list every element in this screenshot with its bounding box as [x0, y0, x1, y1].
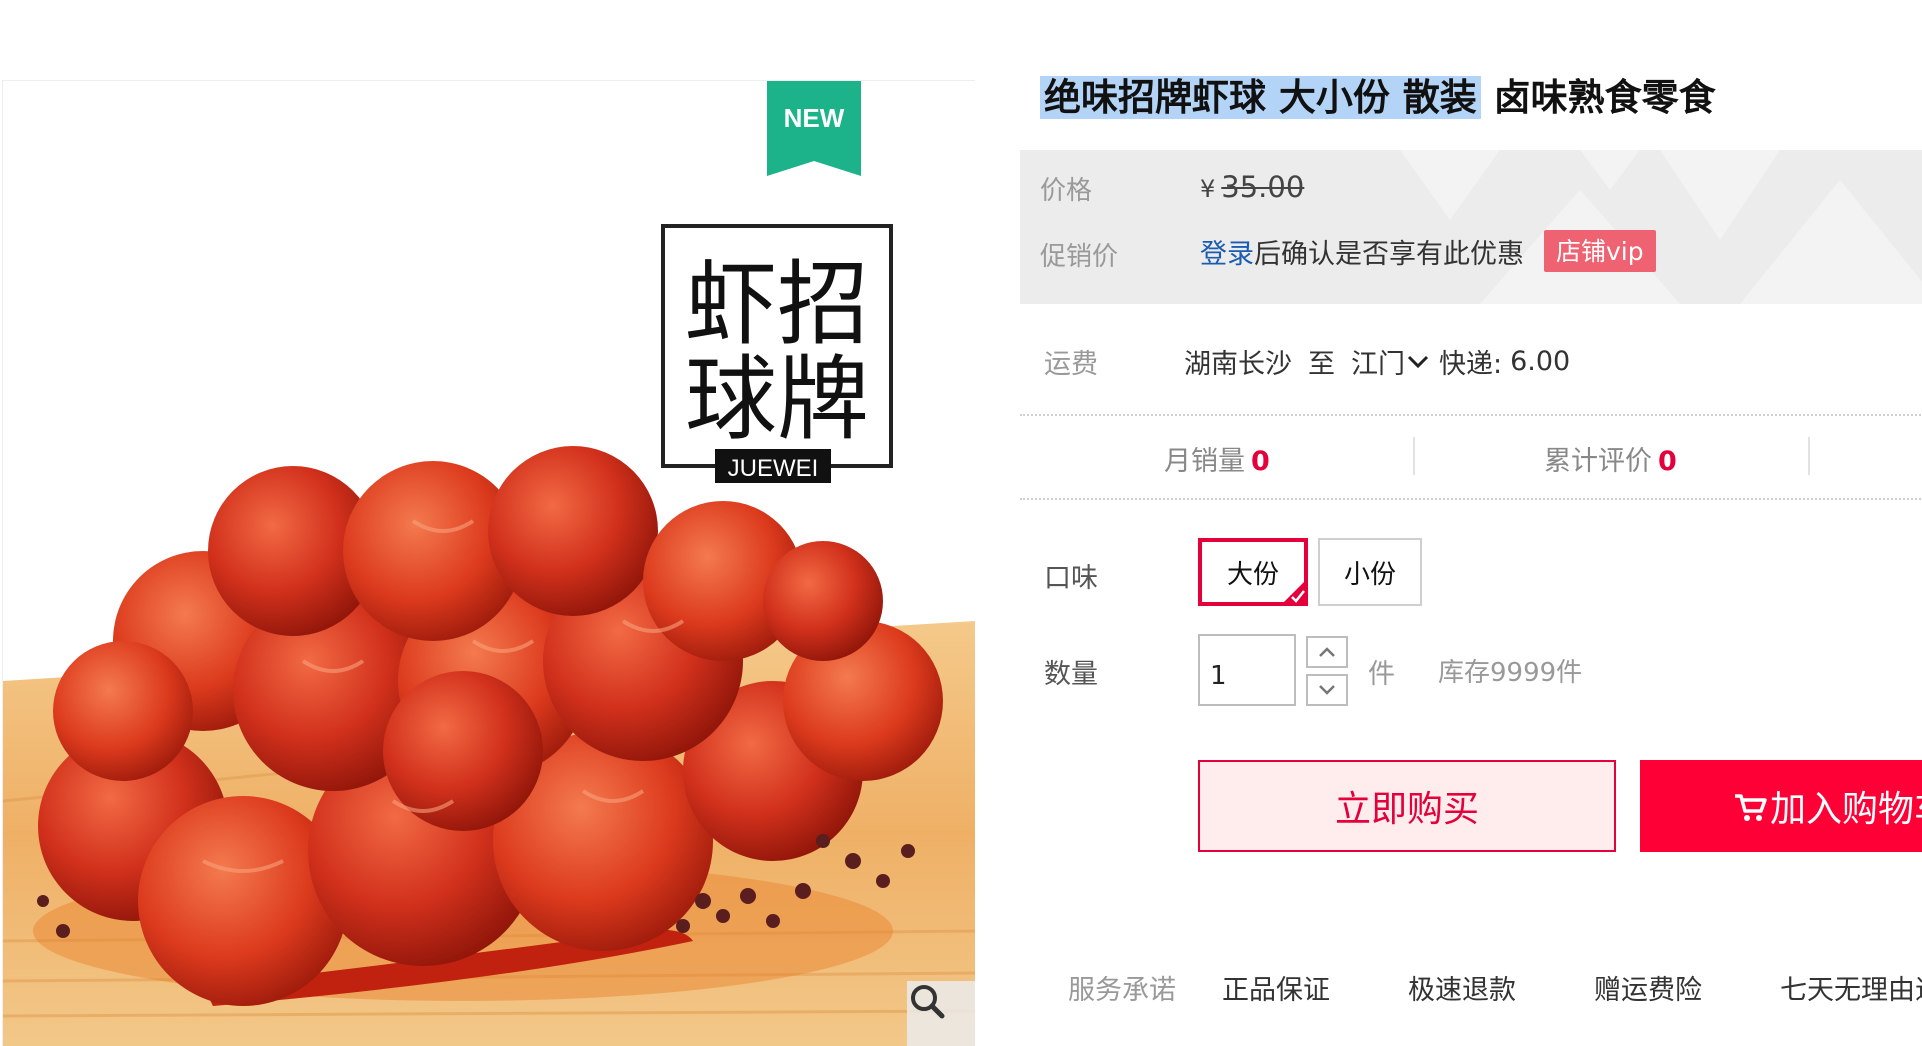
monthly-sales: 月销量 0 [1164, 439, 1270, 478]
shipping-destination: 江门 [1351, 349, 1405, 380]
shipping-to: 至 [1308, 349, 1335, 380]
buy-now-button[interactable]: 立即购买 [1198, 760, 1616, 852]
shipping-cost: 6.00 [1510, 346, 1571, 377]
promo-price-label: 促销价 [1040, 242, 1119, 272]
promo-text: 后确认是否享有此优惠 [1254, 238, 1524, 270]
service-label: 服务承诺 [1068, 975, 1176, 1006]
review-count[interactable]: 累计评价 0 [1544, 439, 1677, 478]
flavor-option-label: 大份 [1226, 559, 1279, 590]
logo-text-line2: 球牌 [685, 346, 869, 453]
product-title-selected: 绝味招牌虾球 大小份 散装 [1040, 76, 1481, 119]
flavor-label: 口味 [1044, 563, 1098, 594]
monthly-sales-label: 月销量 [1164, 446, 1245, 477]
service-item[interactable]: 极速退款 [1408, 968, 1516, 1007]
stock-count: 库存9999件 [1438, 658, 1583, 688]
quantity-input[interactable] [1198, 634, 1296, 706]
divider [1020, 498, 1922, 500]
divider [1413, 437, 1415, 475]
logo-text-line1: 虾招 [685, 251, 869, 358]
service-item[interactable]: 赠运费险 [1594, 968, 1702, 1007]
shipping-row: 运费 湖南长沙 至 江门 快递: 6.00 [1044, 342, 1570, 381]
quantity-label: 数量 [1044, 659, 1098, 690]
chevron-down-icon [1407, 355, 1429, 368]
login-link[interactable]: 登录 [1200, 232, 1254, 271]
currency-symbol: ¥ [1200, 175, 1216, 203]
price-panel-pattern [1400, 150, 1922, 304]
destination-dropdown[interactable]: 江门 [1351, 342, 1429, 381]
product-detail-page: 虾招 球牌 JUEWEI NEW 绝味招牌虾球 大小份 散装 卤味熟食零食 价格… [0, 0, 1922, 1046]
magnifier-icon [911, 985, 945, 1019]
flavor-option-large[interactable]: 大份 [1198, 538, 1308, 606]
chevron-up-icon [1319, 647, 1335, 657]
service-item[interactable]: 正品保证 [1222, 968, 1330, 1007]
cart-icon [1735, 794, 1767, 821]
product-photo: 虾招 球牌 JUEWEI NEW [3, 81, 975, 1046]
shipping-label: 运费 [1044, 349, 1098, 380]
quantity-decrease-button[interactable] [1306, 674, 1348, 706]
price-label: 价格 [1040, 176, 1093, 206]
chevron-down-icon [1319, 685, 1335, 695]
service-item[interactable]: 七天无理由退换 [1780, 968, 1922, 1007]
buy-now-label: 立即购买 [1334, 789, 1479, 830]
logo-brand: JUEWEI [728, 455, 819, 482]
promo-info: 登录 后确认是否享有此优惠 店铺vip [1200, 230, 1656, 272]
add-to-cart-label: 加入购物车 [1770, 789, 1922, 830]
monthly-sales-count: 0 [1251, 446, 1270, 477]
original-price-value: 35.00 [1221, 170, 1305, 204]
quantity-unit: 件 [1368, 659, 1395, 690]
product-image[interactable]: 虾招 球牌 JUEWEI NEW [2, 80, 975, 1046]
original-price: ¥35.00 [1200, 170, 1304, 204]
review-count-value: 0 [1658, 446, 1677, 477]
vip-badge: 店铺vip [1544, 230, 1656, 272]
selected-check-icon [1282, 580, 1306, 604]
new-badge: NEW [784, 103, 845, 133]
product-title-rest: 卤味熟食零食 [1493, 76, 1716, 119]
quantity-increase-button[interactable] [1306, 636, 1348, 668]
shipping-origin: 湖南长沙 [1184, 349, 1292, 380]
add-to-cart-button[interactable]: 加入购物车 [1640, 760, 1922, 852]
stats-row: 月销量 0 累计评价 0 [1020, 415, 1922, 499]
flavor-option-small[interactable]: 小份 [1318, 538, 1422, 606]
flavor-option-label: 小份 [1343, 559, 1396, 590]
product-title: 绝味招牌虾球 大小份 散装 卤味熟食零食 [1040, 72, 1716, 124]
divider [1808, 437, 1810, 475]
review-count-label: 累计评价 [1544, 446, 1652, 477]
price-panel: 价格 ¥35.00 促销价 登录 后确认是否享有此优惠 店铺vip [1020, 150, 1922, 304]
shipping-method: 快递: [1439, 349, 1503, 380]
zoom-button[interactable] [907, 981, 975, 1046]
